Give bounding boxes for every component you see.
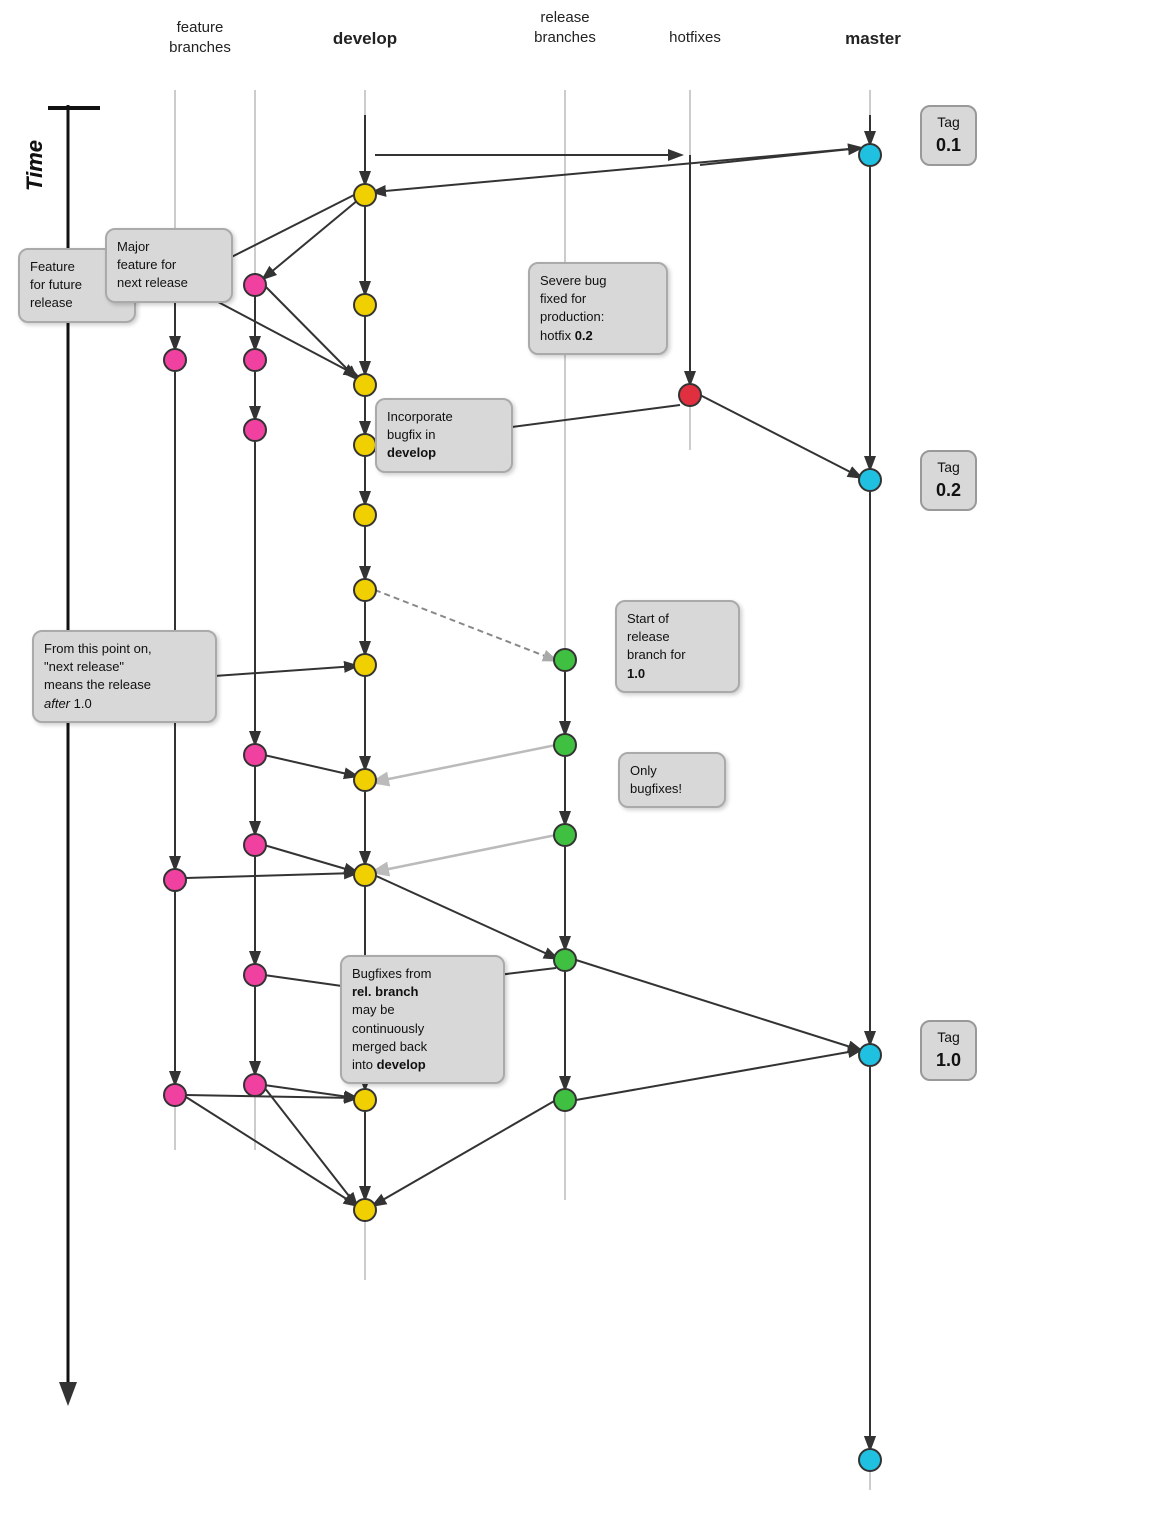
node-rel5	[553, 1088, 577, 1112]
callout-only-bugfixes: Onlybugfixes!	[618, 752, 726, 808]
node-f1e	[163, 1083, 187, 1107]
callout-next-release: From this point on,"next release"means t…	[32, 630, 217, 723]
node-fb5	[243, 833, 267, 857]
col-label-release: releasebranches	[505, 8, 625, 47]
callout-major-feature: Majorfeature fornext release	[105, 228, 233, 303]
callout-release-branch-start: Start ofreleasebranch for1.0	[615, 600, 740, 693]
node-m1	[858, 143, 882, 167]
node-d2	[353, 293, 377, 317]
node-fb7	[243, 1073, 267, 1097]
node-d9	[353, 863, 377, 887]
node-d3	[353, 373, 377, 397]
node-f1b	[163, 348, 187, 372]
node-rel1	[553, 648, 577, 672]
col-label-master: master	[828, 28, 918, 50]
tag-10: Tag 1.0	[920, 1020, 977, 1081]
node-rel4	[553, 948, 577, 972]
node-fb2	[243, 348, 267, 372]
node-m2	[858, 468, 882, 492]
node-rel3	[553, 823, 577, 847]
tag-01: Tag 0.1	[920, 105, 977, 166]
tag-02: Tag 0.2	[920, 450, 977, 511]
time-label-vertical: Time	[22, 140, 48, 191]
node-d11	[353, 1088, 377, 1112]
node-d4	[353, 433, 377, 457]
node-hotfix1	[678, 383, 702, 407]
tag-02-label: Tag	[936, 458, 961, 478]
node-d6	[353, 578, 377, 602]
tag-02-value: 0.2	[936, 478, 961, 503]
node-fb6	[243, 963, 267, 987]
node-f1d	[163, 868, 187, 892]
callout-severe-bug: Severe bugfixed forproduction:hotfix 0.2	[528, 262, 668, 355]
node-d8	[353, 768, 377, 792]
node-fb3	[243, 418, 267, 442]
callout-incorporate-bugfix: Incorporatebugfix indevelop	[375, 398, 513, 473]
node-m3	[858, 1043, 882, 1067]
tag-01-value: 0.1	[936, 133, 961, 158]
node-d12	[353, 1198, 377, 1222]
node-d1	[353, 183, 377, 207]
diagram-container: Time	[0, 0, 1150, 1524]
tag-10-label: Tag	[936, 1028, 961, 1048]
node-fb1	[243, 273, 267, 297]
node-m4	[858, 1448, 882, 1472]
col-label-hotfixes: hotfixes	[645, 28, 745, 48]
node-rel2	[553, 733, 577, 757]
node-d7	[353, 653, 377, 677]
col-label-feature: featurebranches	[140, 18, 260, 57]
tag-10-value: 1.0	[936, 1048, 961, 1073]
node-fb4	[243, 743, 267, 767]
node-d5	[353, 503, 377, 527]
callout-bugfixes-rel-branch: Bugfixes fromrel. branchmay becontinuous…	[340, 955, 505, 1084]
tag-01-label: Tag	[936, 113, 961, 133]
col-label-develop: develop	[320, 28, 410, 50]
